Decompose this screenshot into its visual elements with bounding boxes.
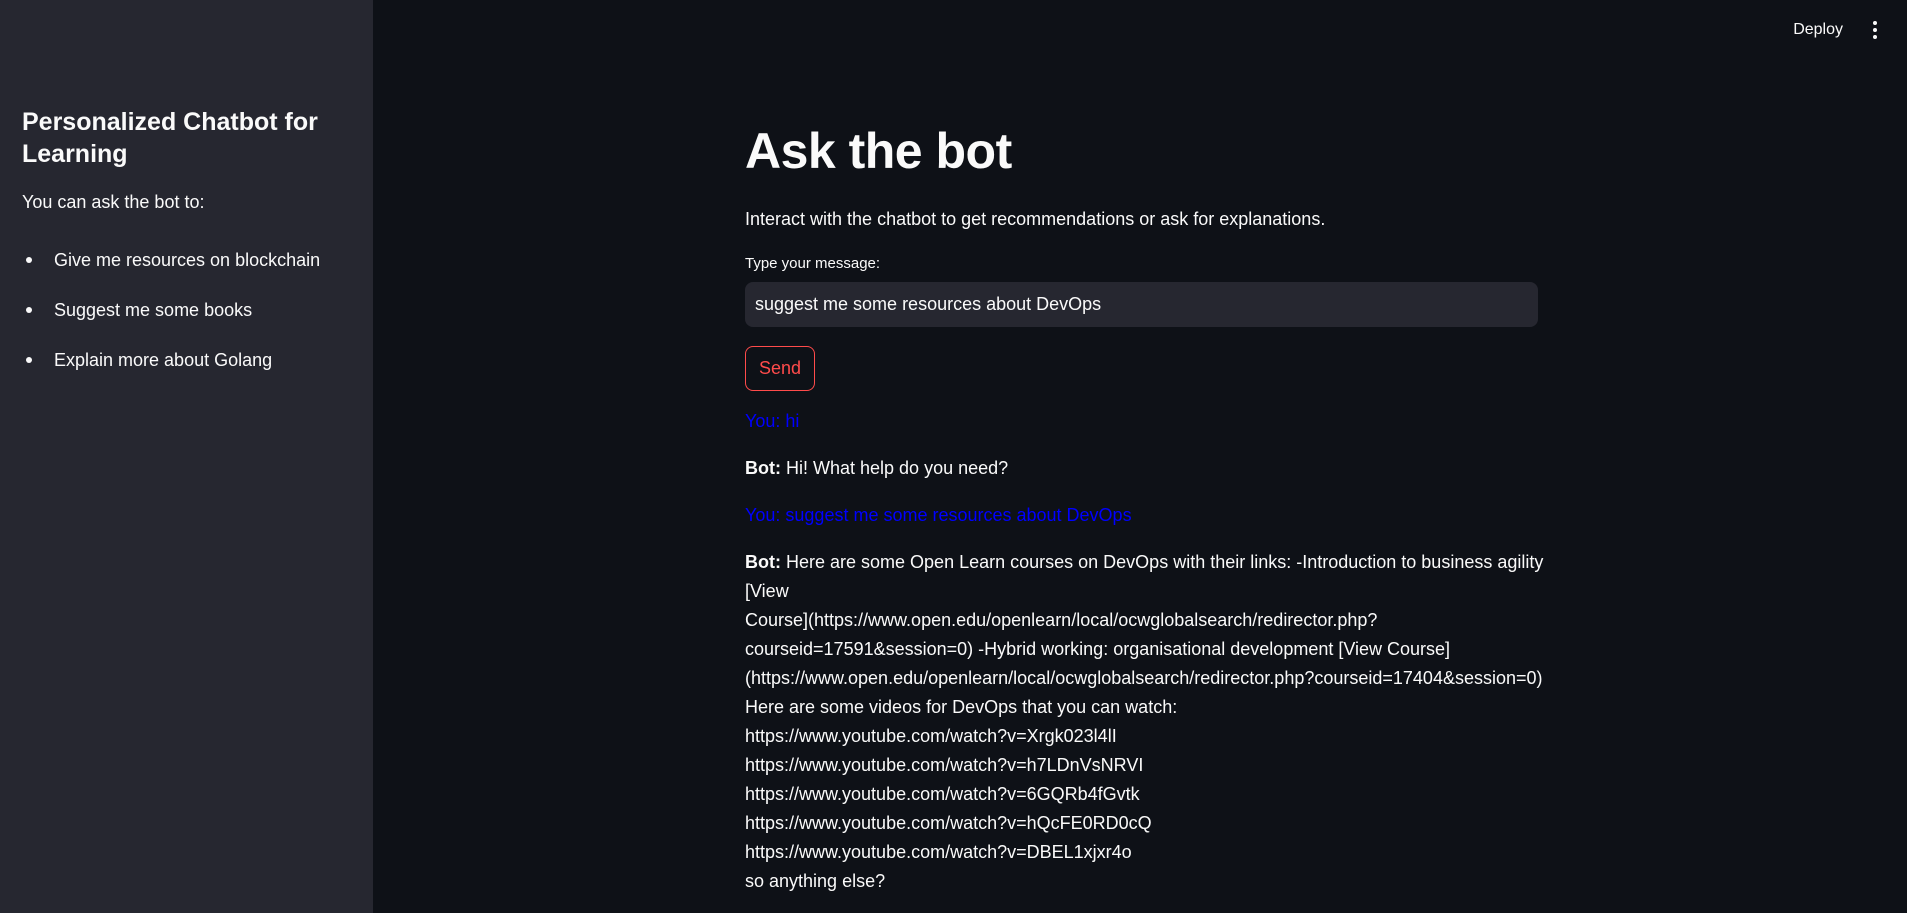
sidebar-suggestion-item: Explain more about Golang (26, 348, 351, 372)
bullet-icon (26, 257, 32, 263)
bot-message-line: Here are some videos for DevOps that you… (745, 697, 1178, 717)
sidebar-intro: You can ask the bot to: (22, 192, 205, 212)
message-input-label: Type your message: (745, 255, 881, 272)
menu-dot (1873, 28, 1877, 32)
bot-message-text: Here are some Open Learn courses on DevO… (745, 552, 1544, 601)
bot-message-line: (https://www.open.edu/openlearn/local/oc… (745, 668, 1543, 688)
video-link: https://www.youtube.com/watch?v=6GQRb4fG… (745, 784, 1140, 804)
page-title: Ask the bot (745, 123, 1012, 179)
vertical-dots-icon[interactable] (1867, 19, 1883, 41)
app-root: Personalized Chatbot for Learning You ca… (0, 0, 1907, 913)
bot-prefix: Bot: (745, 458, 781, 478)
video-link: https://www.youtube.com/watch?v=hQcFE0RD… (745, 813, 1152, 833)
sidebar-suggestion-label: Give me resources on blockchain (54, 250, 321, 270)
chat-history: You: hi Bot: Hi! What help do you need? … (745, 407, 1545, 896)
send-button[interactable]: Send (745, 346, 816, 391)
sidebar: Personalized Chatbot for Learning You ca… (0, 0, 373, 913)
user-message: You: hi (745, 407, 1545, 436)
sidebar-suggestion-list: Give me resources on blockchain Suggest … (22, 248, 351, 372)
page-description: Interact with the chatbot to get recomme… (745, 209, 1326, 229)
user-message: You: suggest me some resources about Dev… (745, 501, 1545, 530)
user-prefix: You: (745, 411, 781, 431)
user-message-text: suggest me some resources about DevOps (785, 505, 1132, 525)
video-link: https://www.youtube.com/watch?v=h7LDnVsN… (745, 755, 1144, 775)
video-link: https://www.youtube.com/watch?v=Xrgk023l… (745, 726, 1117, 746)
bot-message: Bot: Hi! What help do you need? (745, 454, 1545, 483)
bot-prefix: Bot: (745, 552, 781, 572)
sidebar-suggestion-label: Explain more about Golang (54, 350, 273, 370)
sidebar-suggestion-item: Give me resources on blockchain (26, 248, 351, 272)
bot-message-line: Bot: Here are some Open Learn courses on… (745, 548, 1545, 606)
video-link: https://www.youtube.com/watch?v=DBEL1xjx… (745, 842, 1132, 862)
sidebar-suggestion-item: Suggest me some books (26, 298, 351, 322)
deploy-button[interactable]: Deploy (1783, 15, 1853, 45)
menu-dot (1873, 21, 1877, 25)
bullet-icon (26, 357, 32, 363)
message-input[interactable] (745, 282, 1538, 327)
bot-message-line: courseid=17591&session=0) -Hybrid workin… (745, 639, 1451, 659)
bot-message-line: Course](https://www.open.edu/openlearn/l… (745, 610, 1378, 630)
sidebar-title: Personalized Chatbot for Learning (22, 108, 318, 168)
bot-message: Bot: Here are some Open Learn courses on… (745, 548, 1545, 896)
top-toolbar: Deploy (1783, 0, 1907, 60)
bullet-icon (26, 307, 32, 313)
bot-message-text: Hi! What help do you need? (786, 458, 1009, 478)
sidebar-suggestion-label: Suggest me some books (54, 300, 253, 320)
menu-dot (1873, 35, 1877, 39)
bot-message-line: so anything else? (745, 871, 886, 891)
user-message-text: hi (785, 411, 800, 431)
user-prefix: You: (745, 505, 781, 525)
main-content: Ask the bot Interact with the chatbot to… (745, 115, 1545, 913)
main-area: Deploy Ask the bot Interact with the cha… (373, 0, 1907, 913)
